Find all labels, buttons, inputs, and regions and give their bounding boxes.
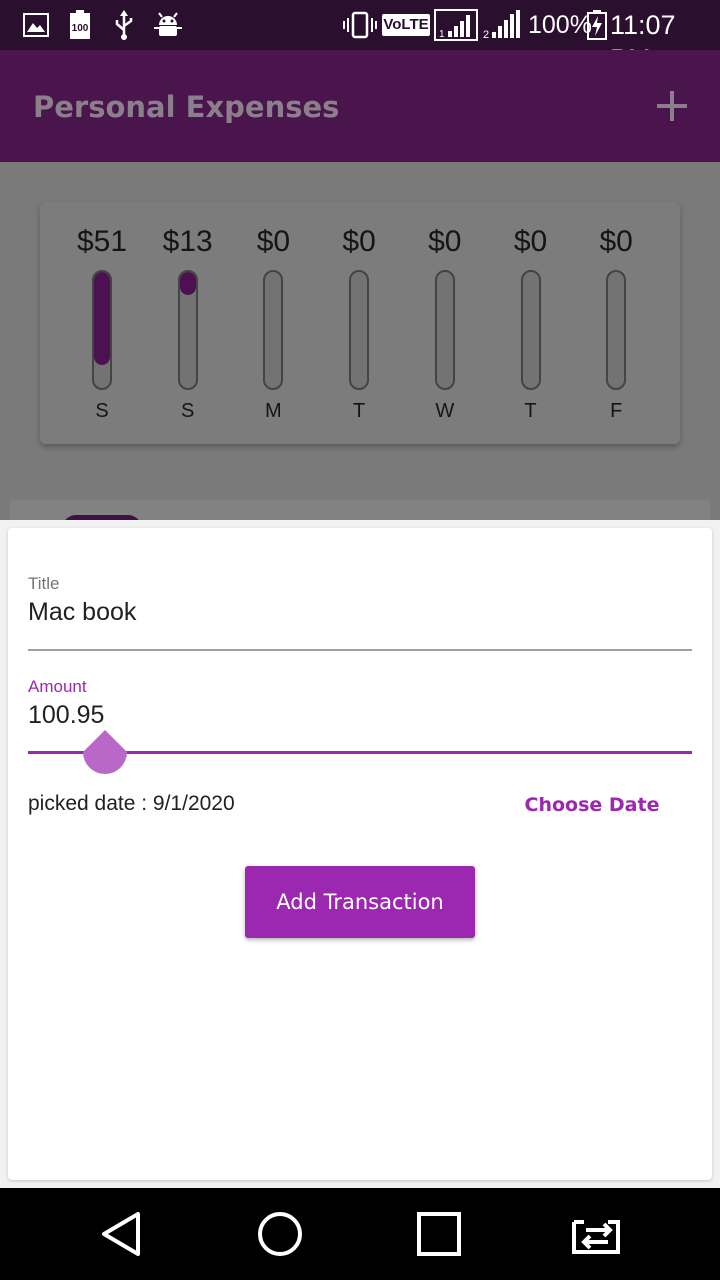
bar-track (434, 270, 455, 390)
bar-day-label: W (435, 400, 455, 422)
bar-track (520, 270, 541, 390)
title-label: Title (28, 574, 60, 593)
bar-track (177, 270, 198, 390)
battery-percent: 100% (528, 11, 592, 39)
bar-amount-label: $0 (513, 225, 548, 258)
bar-track (92, 270, 112, 390)
battery-saver-icon: 100 (66, 10, 94, 40)
signal-sim2-icon: 2 (482, 10, 522, 40)
bar-day-label: T (352, 400, 366, 422)
title-input[interactable]: Mac book (28, 597, 136, 627)
choose-date-button[interactable]: Choose Date (500, 790, 684, 820)
back-icon[interactable] (96, 1208, 152, 1260)
bar-amount-label: $13 (162, 225, 213, 258)
bar-track (349, 270, 370, 390)
bar-amount-label: $51 (76, 225, 128, 258)
svg-text:100: 100 (72, 23, 89, 34)
amount-input[interactable]: 100.95 (28, 700, 104, 730)
chart-bar-column: $51 S (62, 202, 142, 444)
text-cursor-handle[interactable] (82, 730, 128, 782)
bar-track (606, 270, 627, 390)
switch-app-icon[interactable] (568, 1208, 624, 1260)
weekly-chart-card: $51 S $13 S $0 M $0 T $0 W $0 T $0 F (40, 202, 680, 444)
bar-day-label: M (265, 400, 282, 422)
amount-label: Amount (28, 677, 87, 696)
chart-bar-column: $0 T (319, 202, 399, 444)
chart-bar-column: $0 F (576, 202, 656, 444)
home-icon[interactable] (252, 1208, 308, 1260)
charging-battery-icon (586, 10, 608, 40)
chart-bar-column: $0 W (405, 202, 485, 444)
bar-day-label: S (95, 400, 109, 422)
status-bar: 100 VoLTE 1 2 100% 11:07 PM (0, 0, 720, 74)
bar-amount-label: $0 (256, 225, 291, 258)
bar-fill (179, 272, 196, 296)
bar-amount-label: $0 (428, 225, 462, 258)
chart-bar-column: $13 S (148, 202, 228, 444)
image-icon (22, 10, 50, 40)
chart-bar-column: $0 M (233, 202, 313, 444)
vibrate-icon (342, 10, 378, 40)
app-title: Personal Expenses (33, 90, 340, 124)
chart-bar-column: $0 T (491, 202, 571, 444)
usb-icon (112, 10, 136, 40)
signal-sim1-icon: 1 (434, 9, 478, 41)
bar-amount-label: $0 (599, 225, 633, 258)
android-debug-icon (154, 10, 182, 40)
picked-date-text: picked date : 9/1/2020 (28, 792, 235, 815)
add-transaction-button[interactable]: Add Transaction (245, 866, 475, 938)
volte-badge: VoLTE (382, 14, 430, 36)
title-input-underline (28, 649, 692, 651)
bar-day-label: T (524, 400, 537, 422)
recents-icon[interactable] (410, 1208, 466, 1260)
bar-fill (94, 272, 110, 365)
svg-text:2: 2 (483, 29, 489, 40)
bar-amount-label: $0 (342, 225, 376, 258)
svg-text:1: 1 (439, 29, 445, 40)
bar-day-label: F (610, 400, 623, 422)
plus-icon[interactable] (650, 84, 694, 128)
bar-track (263, 270, 284, 390)
bar-day-label: S (181, 400, 195, 422)
